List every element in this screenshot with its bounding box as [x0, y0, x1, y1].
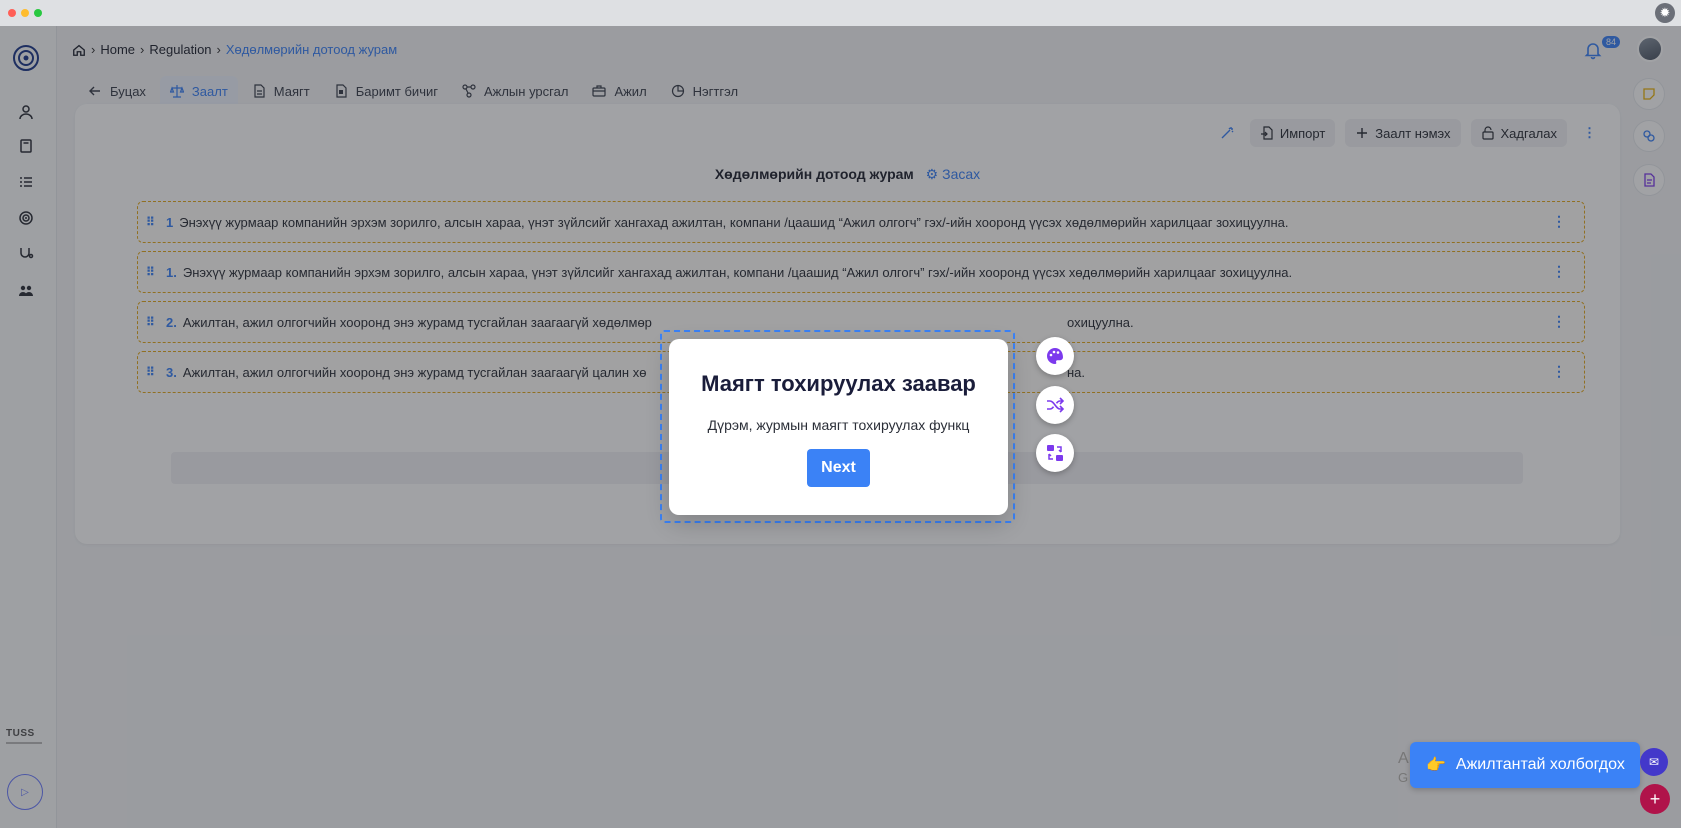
- palette-button[interactable]: [1036, 337, 1074, 375]
- tour-modal: Маягт тохируулах заавар Дүрэм, журмын ма…: [669, 339, 1008, 515]
- minimize-window-dot[interactable]: [21, 9, 29, 17]
- modal-text: Дүрэм, журмын маягт тохируулах функц: [707, 417, 970, 433]
- shuffle-button[interactable]: [1036, 386, 1074, 424]
- pointing-hand-icon: 👉: [1426, 757, 1446, 774]
- shuffle-icon: [1047, 397, 1065, 413]
- contact-label: Ажилтантай холбогдох: [1455, 756, 1625, 773]
- swap-button[interactable]: [1036, 434, 1074, 472]
- contact-employee-button[interactable]: 👉 Ажилтантай холбогдох: [1410, 742, 1640, 788]
- chat-icon[interactable]: ✉: [1640, 748, 1668, 776]
- maximize-window-dot[interactable]: [34, 9, 42, 17]
- next-button[interactable]: Next: [807, 449, 870, 487]
- modal-title: Маягт тохируулах заавар: [701, 371, 976, 396]
- close-window-dot[interactable]: [8, 9, 16, 17]
- settings-gear-icon[interactable]: ✹: [1655, 3, 1675, 23]
- faint-text-g: G: [1398, 770, 1409, 785]
- window-titlebar: ✹: [0, 0, 1681, 26]
- add-fab-button[interactable]: +: [1640, 784, 1670, 814]
- swap-icon: [1047, 445, 1063, 461]
- faint-text-a: A: [1398, 750, 1409, 767]
- palette-icon: [1047, 348, 1063, 364]
